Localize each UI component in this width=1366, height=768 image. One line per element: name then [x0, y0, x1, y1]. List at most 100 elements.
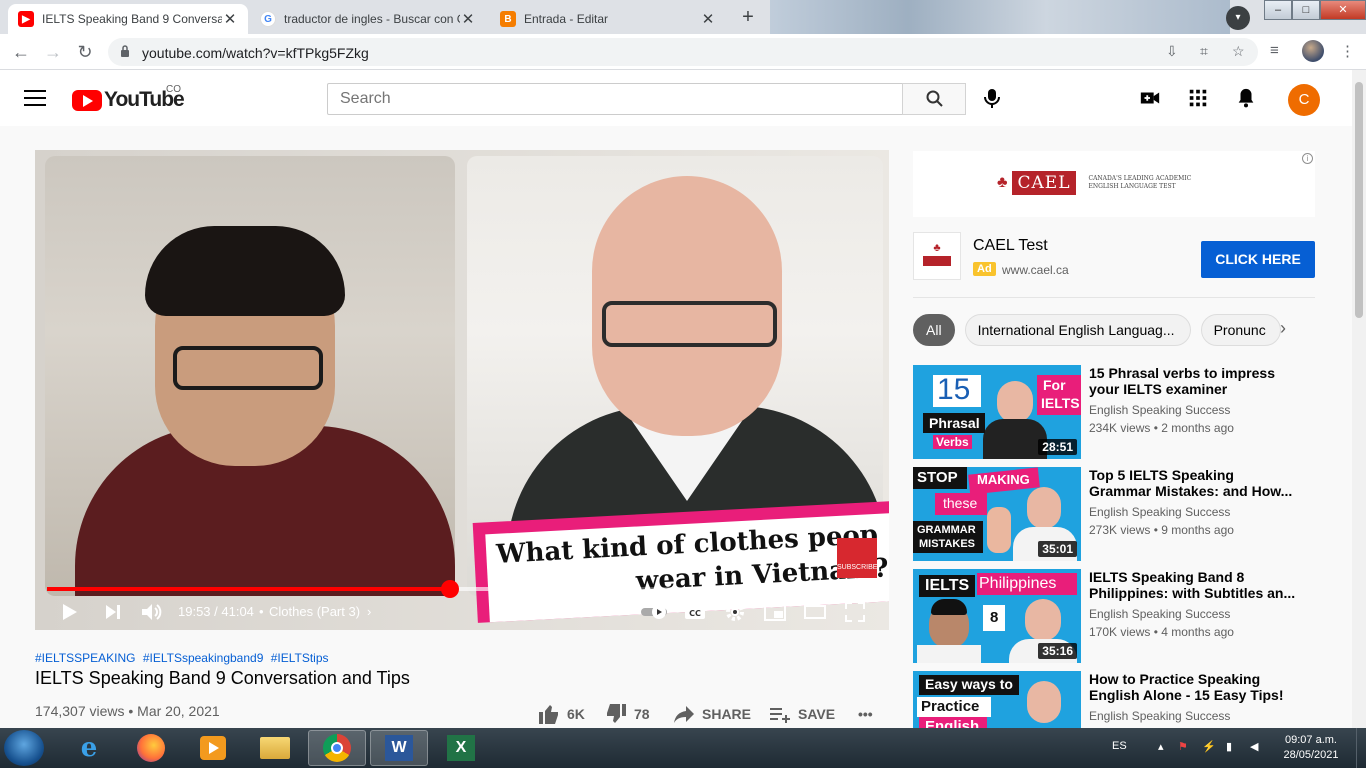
minimize-button[interactable]: –	[1264, 0, 1292, 20]
close-window-button[interactable]: ✕	[1320, 0, 1366, 20]
chevron-right-icon[interactable]: ›	[367, 604, 371, 619]
dislike-button[interactable]: 78	[604, 703, 650, 725]
chevron-down-icon[interactable]: ▾	[1226, 6, 1250, 30]
fullscreen-icon[interactable]	[843, 600, 867, 624]
tab-google[interactable]: G traductor de ingles - Buscar con G ✕	[250, 4, 486, 34]
settings-gear-icon[interactable]	[723, 600, 747, 624]
translate-icon[interactable]: ⌗	[1200, 43, 1208, 60]
install-icon[interactable]: ⇩	[1166, 43, 1178, 60]
chip-pronunciation[interactable]: Pronunc	[1200, 314, 1281, 346]
excel-icon[interactable]: X	[432, 730, 490, 766]
channel-name[interactable]: English Speaking Success	[1089, 709, 1230, 723]
hashtag-link[interactable]: #IELTSSPEAKING	[35, 651, 135, 665]
thumb-text: MAKING	[977, 472, 1030, 487]
video-player[interactable]: What kind of clothes peop wear in Vietna…	[35, 150, 889, 630]
thumb-text: Easy ways to	[925, 676, 1013, 692]
chip-all[interactable]: All	[913, 314, 955, 346]
new-tab-button[interactable]: +	[734, 6, 762, 30]
close-tab-icon[interactable]: ✕	[700, 10, 716, 28]
chapter-title[interactable]: Clothes (Part 3)	[269, 604, 360, 619]
video-thumbnail[interactable]: Easy ways to Practice English	[913, 671, 1081, 728]
page-scrollbar[interactable]	[1352, 70, 1366, 730]
chrome-icon[interactable]	[308, 730, 366, 766]
search-button[interactable]	[902, 83, 966, 115]
media-player-icon[interactable]	[184, 730, 242, 766]
star-icon[interactable]: ☆	[1232, 43, 1245, 60]
channel-name[interactable]: English Speaking Success	[1089, 505, 1230, 519]
recommendation-title[interactable]: 15 Phrasal verbs to impress your IELTS e…	[1089, 365, 1299, 397]
volume-icon[interactable]	[139, 600, 163, 624]
show-desktop-button[interactable]	[1356, 728, 1366, 768]
ad-info-icon[interactable]: i	[1302, 153, 1313, 164]
back-arrow-icon[interactable]: ←	[10, 41, 32, 63]
recommendation-title[interactable]: How to Practice Speaking English Alone -…	[1089, 671, 1299, 703]
system-clock[interactable]: 09:07 a.m. 28/05/2021	[1280, 733, 1342, 763]
close-tab-icon[interactable]: ✕	[460, 10, 476, 28]
video-thumbnail[interactable]: IELTS Philippines 8 35:16	[913, 569, 1081, 663]
menu-dots-icon[interactable]: ⋮	[1340, 42, 1355, 60]
miniplayer-icon[interactable]	[763, 600, 787, 624]
recommendation-item[interactable]: Easy ways to Practice English How to Pra…	[913, 671, 1315, 728]
tab-blogger[interactable]: B Entrada - Editar ✕	[490, 4, 726, 34]
thumb-text: GRAMMAR	[917, 524, 976, 536]
recommendation-item[interactable]: IELTS Philippines 8 35:16 IELTS Speaking…	[913, 569, 1315, 663]
more-actions-button[interactable]: •••	[858, 703, 873, 725]
word-icon[interactable]: W	[370, 730, 428, 766]
search-field[interactable]	[327, 83, 903, 115]
volume-tray-icon[interactable]: ◀	[1250, 740, 1258, 753]
hashtag-link[interactable]: #IELTSspeakingband9	[143, 651, 264, 665]
thumb-text: 8	[990, 609, 999, 626]
channel-name[interactable]: English Speaking Success	[1089, 607, 1230, 621]
next-icon[interactable]	[101, 600, 125, 624]
save-button[interactable]: SAVE	[768, 703, 835, 725]
share-button[interactable]: SHARE	[672, 703, 751, 725]
play-icon[interactable]	[57, 600, 81, 624]
progress-bar[interactable]	[47, 580, 877, 598]
profile-avatar[interactable]	[1302, 40, 1324, 62]
address-bar[interactable]: youtube.com/watch?v=kfTPkg5FZkg ⇩ ⌗ ☆	[108, 38, 1258, 66]
maximize-button[interactable]: □	[1292, 0, 1320, 20]
like-button[interactable]: 6K	[537, 703, 585, 725]
ad-card[interactable]: ♣ CAEL Test Ad www.cael.ca CLICK HERE	[913, 232, 1315, 296]
apps-grid-icon[interactable]	[1187, 87, 1209, 109]
file-explorer-icon[interactable]	[246, 730, 304, 766]
firefox-icon[interactable]	[122, 730, 180, 766]
action-center-icon[interactable]: ⚑	[1178, 740, 1188, 753]
user-avatar[interactable]: C	[1288, 84, 1320, 116]
search-input[interactable]	[328, 84, 902, 114]
scrollbar-thumb[interactable]	[1355, 82, 1363, 318]
theater-mode-icon[interactable]	[803, 600, 827, 624]
start-button[interactable]	[4, 730, 44, 766]
recommendation-item[interactable]: STOP MAKING these GRAMMAR MISTAKES 35:01…	[913, 467, 1315, 561]
tab-youtube[interactable]: ▶ IELTS Speaking Band 9 Conversat ✕	[8, 4, 248, 34]
captions-icon[interactable]: CC	[683, 600, 707, 624]
recommendation-item[interactable]: 15 For IELTS Phrasal Verbs 28:51 15 Phra…	[913, 365, 1315, 459]
video-thumbnail[interactable]: 15 For IELTS Phrasal Verbs 28:51	[913, 365, 1081, 459]
subscribe-badge[interactable]: SUBSCRIBE	[837, 538, 877, 578]
thumbs-down-icon	[607, 704, 626, 723]
tray-expand-icon[interactable]: ▴	[1158, 740, 1164, 753]
chip-international-english[interactable]: International English Languag...	[964, 314, 1191, 346]
internet-explorer-icon[interactable]: e	[60, 730, 118, 766]
ad-click-here-button[interactable]: CLICK HERE	[1201, 241, 1315, 278]
autoplay-toggle-icon[interactable]	[639, 600, 669, 624]
ad-name[interactable]: CAEL Test	[973, 237, 1048, 255]
close-tab-icon[interactable]: ✕	[222, 10, 238, 28]
hashtag-link[interactable]: #IELTStips	[271, 651, 329, 665]
microphone-icon[interactable]	[980, 86, 1004, 110]
power-icon[interactable]: ⚡	[1202, 740, 1216, 753]
video-thumbnail[interactable]: STOP MAKING these GRAMMAR MISTAKES 35:01	[913, 467, 1081, 561]
network-icon[interactable]: ▮	[1226, 740, 1232, 753]
chevron-right-icon[interactable]: ›	[1280, 318, 1286, 339]
create-video-icon[interactable]	[1139, 87, 1161, 109]
reading-list-icon[interactable]: ≡	[1270, 42, 1279, 59]
hamburger-menu-icon[interactable]	[24, 90, 46, 106]
reload-icon[interactable]: ↻	[74, 41, 96, 63]
channel-name[interactable]: English Speaking Success	[1089, 403, 1230, 417]
recommendation-title[interactable]: Top 5 IELTS Speaking Grammar Mistakes: a…	[1089, 467, 1299, 499]
forward-arrow-icon[interactable]: →	[42, 41, 64, 63]
recommendation-title[interactable]: IELTS Speaking Band 8 Philippines: with …	[1089, 569, 1299, 601]
notifications-bell-icon[interactable]	[1235, 87, 1257, 109]
ad-banner[interactable]: ♣ CAEL CANADA'S LEADING ACADEMIC ENGLISH…	[913, 151, 1315, 217]
language-indicator[interactable]: ES	[1112, 740, 1127, 752]
